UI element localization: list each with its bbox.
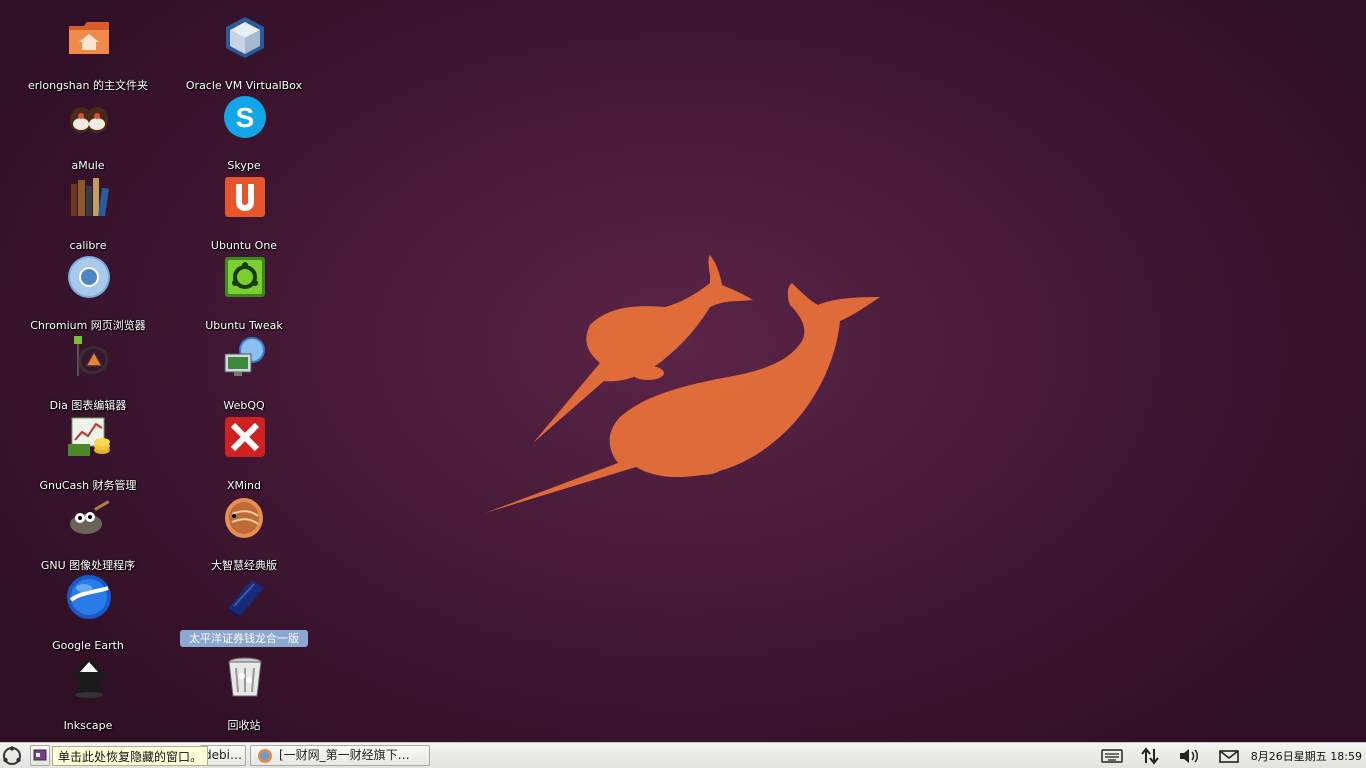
desktop-icon-gnucash[interactable]: GnuCash 财务管理 bbox=[13, 410, 163, 492]
clock[interactable]: 8月26日星期五 18:59 bbox=[1251, 748, 1362, 764]
icon-label: 回收站 bbox=[227, 719, 261, 732]
inkscape-icon bbox=[70, 657, 108, 698]
desktop-icon-inkscape[interactable]: Inkscape bbox=[13, 650, 163, 732]
ubuntu-tweak-icon bbox=[225, 257, 265, 297]
book-icon bbox=[228, 580, 264, 618]
desktop-icon-ubuntu-one[interactable]: Ubuntu One bbox=[169, 170, 319, 252]
desktop-icon-home-folder[interactable]: erlongshan 的主文件夹 bbox=[13, 10, 163, 92]
amule-icon bbox=[70, 107, 108, 133]
task-label: [一财网_第一财经旗下… bbox=[279, 748, 410, 762]
desktop-icon-dazhihui[interactable]: 大智慧经典版 bbox=[169, 490, 319, 572]
home-folder-icon bbox=[69, 22, 109, 54]
desktop-icon-xmind[interactable]: XMind bbox=[169, 410, 319, 492]
icon-label: Inkscape bbox=[63, 719, 113, 732]
desktop-icon-dia[interactable]: Dia 图表编辑器 bbox=[13, 330, 163, 412]
task-label: debi… bbox=[204, 748, 242, 762]
desktop[interactable]: erlongshan 的主文件夹 aMule calibre Chromium … bbox=[0, 0, 1366, 742]
icon-label: 太平洋证券钱龙合一版 bbox=[180, 630, 308, 647]
xmind-icon bbox=[225, 417, 265, 457]
desktop-icon-skype[interactable]: S Skype bbox=[169, 90, 319, 172]
ubuntu-one-icon bbox=[225, 177, 265, 217]
narwhal-wallpaper-art bbox=[485, 255, 880, 513]
google-earth-icon bbox=[67, 575, 111, 619]
desktop-icon bbox=[33, 749, 47, 761]
network-updown-icon[interactable] bbox=[1140, 747, 1160, 765]
desktop-icon-pacific-securities[interactable]: 太平洋证券钱龙合一版 bbox=[169, 570, 319, 648]
dia-icon bbox=[74, 336, 109, 376]
calibre-books-icon bbox=[71, 178, 109, 217]
desktop-icon-webqq[interactable]: WebQQ bbox=[169, 330, 319, 412]
taskbar-task-browser[interactable]: [一财网_第一财经旗下… bbox=[250, 745, 430, 766]
desktop-icon-virtualbox[interactable]: Oracle VM VirtualBox bbox=[169, 10, 319, 92]
keyboard-icon[interactable] bbox=[1101, 747, 1123, 765]
firefox-icon bbox=[258, 749, 272, 763]
chromium-icon bbox=[68, 256, 110, 298]
dazhihui-fish-icon bbox=[225, 498, 263, 538]
skype-icon: S bbox=[224, 96, 266, 138]
restore-hidden-windows-tooltip: 单击此处恢复隐藏的窗口。 bbox=[52, 746, 209, 766]
gimp-icon bbox=[70, 500, 110, 534]
ubuntu-menu-icon[interactable] bbox=[2, 746, 22, 766]
trash-icon bbox=[228, 657, 262, 697]
desktop-icon-ubuntu-tweak[interactable]: Ubuntu Tweak bbox=[169, 250, 319, 332]
desktop-icon-google-earth[interactable]: Google Earth bbox=[13, 570, 163, 652]
mail-envelope-icon[interactable] bbox=[1218, 747, 1240, 765]
virtualbox-icon bbox=[226, 17, 264, 58]
desktop-icon-amule[interactable]: aMule bbox=[13, 90, 163, 172]
desktop-icon-chromium[interactable]: Chromium 网页浏览器 bbox=[13, 250, 163, 332]
desktop-icon-gimp[interactable]: GNU 图像处理程序 bbox=[13, 490, 163, 572]
webqq-icon bbox=[224, 337, 265, 376]
show-desktop-button[interactable] bbox=[30, 745, 50, 766]
gnucash-icon bbox=[68, 417, 110, 456]
desktop-icon-trash[interactable]: 回收站 bbox=[169, 650, 319, 732]
desktop-icon-calibre[interactable]: calibre bbox=[13, 170, 163, 252]
volume-icon[interactable] bbox=[1178, 747, 1200, 765]
svg-text:S: S bbox=[236, 102, 255, 133]
